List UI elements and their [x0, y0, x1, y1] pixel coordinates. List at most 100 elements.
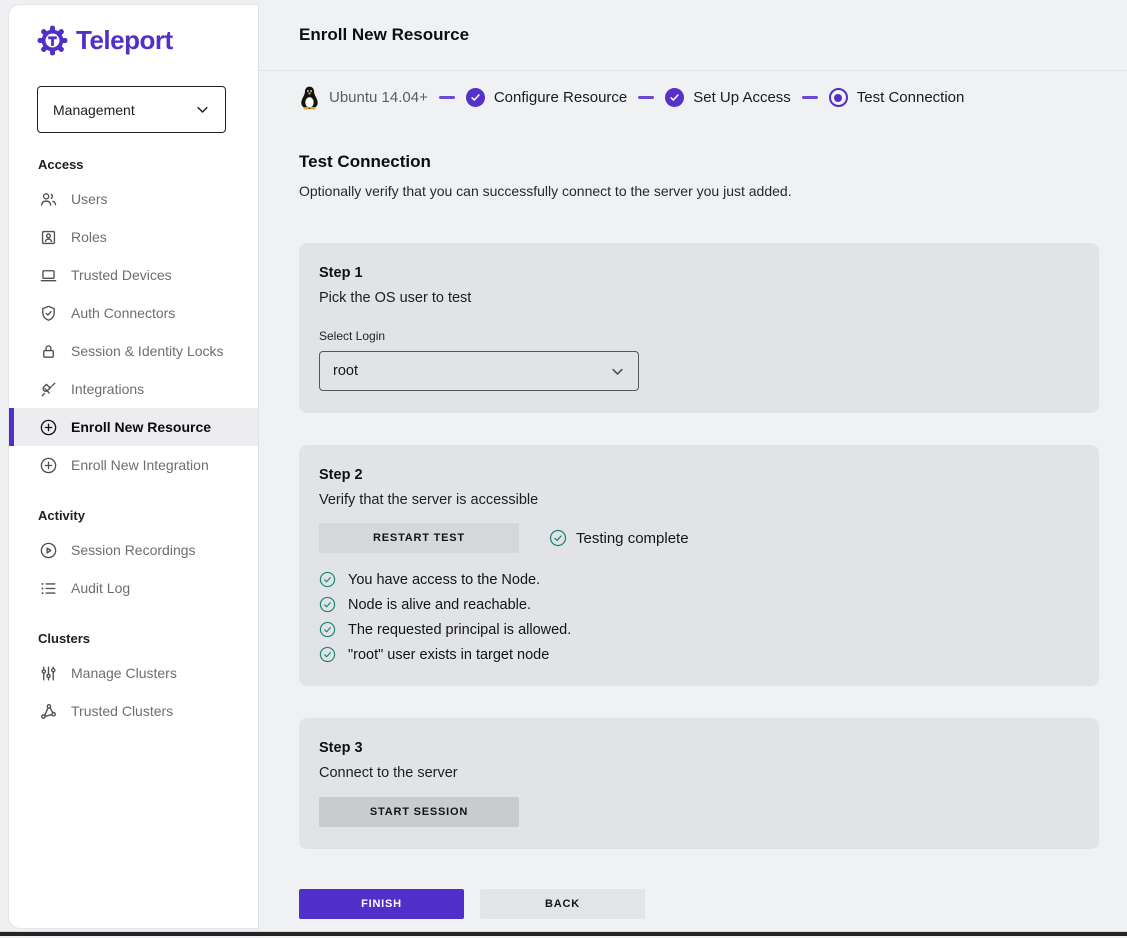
section-title-test-connection: Test Connection: [299, 152, 1127, 172]
nav-section-title: Activity: [9, 505, 258, 531]
laptop-icon: [38, 265, 58, 285]
sidebar-item-auth-connectors[interactable]: Auth Connectors: [9, 294, 258, 332]
sidebar-item-integrations[interactable]: Integrations: [9, 370, 258, 408]
sidebar-item-label: Trusted Devices: [71, 267, 172, 283]
users-icon: [38, 189, 58, 209]
stepper-step-set-up-access[interactable]: Set Up Access: [665, 88, 791, 107]
step-complete-check-icon: [466, 88, 485, 107]
step1-description: Pick the OS user to test: [319, 290, 1079, 306]
sidebar-item-enroll-new-integration[interactable]: Enroll New Integration: [9, 446, 258, 484]
sidebar-item-label: Enroll New Integration: [71, 457, 209, 473]
sidebar-item-session-recordings[interactable]: Session Recordings: [9, 531, 258, 569]
sidebar-item-label: Trusted Clusters: [71, 703, 173, 719]
login-select-value: root: [333, 363, 358, 379]
finish-button[interactable]: FINISH: [299, 889, 464, 919]
sidebar: Teleport Management AccessUsersRolesTrus…: [8, 4, 259, 929]
window-bottom-edge: [0, 931, 1127, 936]
step-complete-check-icon: [665, 88, 684, 107]
stepper-step-configure-resource[interactable]: Configure Resource: [466, 88, 627, 107]
start-session-button[interactable]: START SESSION: [319, 797, 519, 827]
content: Test Connection Optionally verify that y…: [259, 120, 1127, 919]
sidebar-item-label: Session Recordings: [71, 542, 196, 558]
circle-plus-icon: [38, 455, 58, 475]
check-item-label: "root" user exists in target node: [348, 647, 549, 663]
sidebar-item-audit-log[interactable]: Audit Log: [9, 569, 258, 607]
brand-logo[interactable]: Teleport: [9, 5, 258, 56]
stepper-step-label: Configure Resource: [494, 89, 627, 106]
sliders-icon: [38, 663, 58, 683]
check-circle-icon: [319, 571, 337, 589]
stepper-step-label: Set Up Access: [693, 89, 791, 106]
sidebar-item-label: Roles: [71, 229, 107, 245]
check-item: Node is alive and reachable.: [319, 596, 1079, 614]
step3-card: Step 3 Connect to the server START SESSI…: [299, 718, 1099, 849]
step3-title: Step 3: [319, 740, 1079, 756]
stepper-connector: [802, 96, 818, 98]
workspace-selector-value: Management: [53, 102, 135, 118]
nav-section-clusters: Clusters Manage Clusters Trusted Clusters: [9, 628, 258, 730]
sidebar-item-trusted-clusters[interactable]: Trusted Clusters: [9, 692, 258, 730]
plug-icon: [38, 379, 58, 399]
stepper-step-label: Test Connection: [857, 89, 965, 106]
test-status: Testing complete: [549, 529, 689, 547]
step2-description: Verify that the server is accessible: [319, 492, 1079, 508]
sidebar-item-label: Users: [71, 191, 108, 207]
restart-test-button[interactable]: RESTART TEST: [319, 523, 519, 553]
sidebar-item-manage-clusters[interactable]: Manage Clusters: [9, 654, 258, 692]
check-item-label: You have access to the Node.: [348, 572, 540, 588]
chevron-down-icon: [195, 102, 210, 117]
page-header: Enroll New Resource: [259, 0, 1127, 71]
stepper-connector: [439, 96, 455, 98]
test-checklist: You have access to the Node. Node is aliv…: [319, 571, 1079, 664]
network-icon: [38, 701, 58, 721]
sidebar-item-trusted-devices[interactable]: Trusted Devices: [9, 256, 258, 294]
main-panel: Enroll New Resource Ubuntu 14.04+ Configu…: [259, 0, 1127, 938]
step2-card: Step 2 Verify that the server is accessi…: [299, 445, 1099, 686]
sidebar-item-enroll-new-resource[interactable]: Enroll New Resource: [9, 408, 258, 446]
linux-penguin-icon: [299, 85, 320, 110]
test-status-label: Testing complete: [576, 530, 689, 547]
login-select[interactable]: root: [319, 351, 639, 391]
step1-title: Step 1: [319, 265, 1079, 281]
id-card-icon: [38, 227, 58, 247]
sidebar-item-session-identity-locks[interactable]: Session & Identity Locks: [9, 332, 258, 370]
sidebar-item-label: Session & Identity Locks: [71, 343, 224, 359]
check-item: "root" user exists in target node: [319, 646, 1079, 664]
sidebar-item-roles[interactable]: Roles: [9, 218, 258, 256]
step3-description: Connect to the server: [319, 765, 1079, 781]
teleport-gear-icon: [37, 25, 68, 56]
sidebar-item-users[interactable]: Users: [9, 180, 258, 218]
step-active-ring-icon: [829, 88, 848, 107]
check-circle-icon: [319, 596, 337, 614]
sidebar-item-label: Integrations: [71, 381, 144, 397]
play-circle-icon: [38, 540, 58, 560]
circle-plus-icon: [38, 417, 58, 437]
brand-name: Teleport: [76, 25, 173, 56]
wizard-actions: FINISH BACK: [299, 889, 1127, 919]
shield-check-icon: [38, 303, 58, 323]
page-title: Enroll New Resource: [299, 25, 469, 45]
sidebar-item-label: Audit Log: [71, 580, 130, 596]
lock-icon: [38, 341, 58, 361]
back-button[interactable]: BACK: [480, 889, 645, 919]
sidebar-item-label: Manage Clusters: [71, 665, 177, 681]
workspace-selector[interactable]: Management: [37, 86, 226, 133]
section-subtitle: Optionally verify that you can successfu…: [299, 183, 1127, 199]
sidebar-item-label: Auth Connectors: [71, 305, 175, 321]
select-login-label: Select Login: [319, 329, 1079, 343]
nav-section-title: Clusters: [9, 628, 258, 654]
stepper-step-test-connection[interactable]: Test Connection: [829, 88, 965, 107]
nav-section-access: AccessUsersRolesTrusted DevicesAuth Conn…: [9, 154, 258, 484]
step2-title: Step 2: [319, 467, 1079, 483]
check-item-label: Node is alive and reachable.: [348, 597, 531, 613]
enroll-stepper: Ubuntu 14.04+ Configure Resource Set Up Ac…: [259, 71, 1127, 120]
check-circle-icon: [319, 646, 337, 664]
chevron-down-icon: [610, 364, 625, 379]
check-item: The requested principal is allowed.: [319, 621, 1079, 639]
sidebar-item-label: Enroll New Resource: [71, 419, 211, 435]
check-circle-icon: [319, 621, 337, 639]
stepper-resource-label: Ubuntu 14.04+: [329, 89, 428, 106]
step1-card: Step 1 Pick the OS user to test Select L…: [299, 243, 1099, 413]
list-icon: [38, 578, 58, 598]
check-item-label: The requested principal is allowed.: [348, 622, 571, 638]
